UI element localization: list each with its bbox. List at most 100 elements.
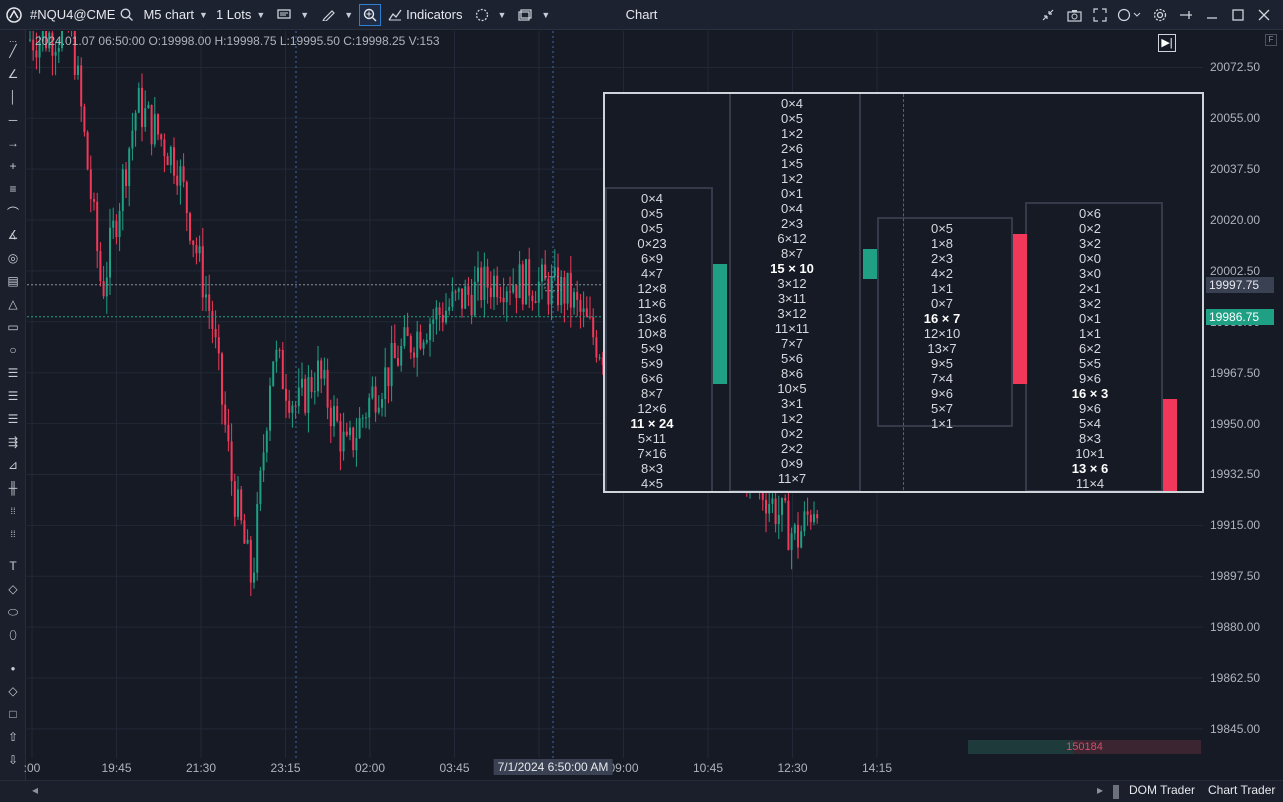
text-tool-icon[interactable]: T xyxy=(3,557,23,575)
candle-body xyxy=(224,404,227,425)
price-tick-label: 19915.00 xyxy=(1210,518,1261,533)
fib-icon[interactable]: ▤ xyxy=(3,272,23,290)
candle-body xyxy=(502,297,505,303)
ray-icon[interactable]: → xyxy=(3,134,23,152)
ellipse-icon[interactable]: ○ xyxy=(3,341,23,359)
footprint-zoom-panel[interactable]: 0×4 0×5 0×5 0×23 6×9 4×7 12×8 11×6 13×6 10×8 5×9 5×… xyxy=(603,92,1204,493)
trend-angle-icon[interactable]: ∡ xyxy=(3,226,23,244)
zoom-icon xyxy=(359,3,382,26)
dot-icon[interactable]: ● xyxy=(3,659,23,677)
pin-icon[interactable] xyxy=(1175,4,1197,26)
square-icon[interactable]: □ xyxy=(3,705,23,723)
triangle-icon[interactable]: △ xyxy=(3,295,23,313)
candle-body xyxy=(201,246,204,298)
candle-body xyxy=(54,51,57,56)
candle-body xyxy=(592,317,595,338)
line-tool-icon[interactable]: ╱ xyxy=(3,42,23,60)
scroll-right-icon[interactable]: ▸ xyxy=(1097,783,1103,797)
candle-body xyxy=(243,520,246,544)
candle-body xyxy=(237,489,239,517)
footprint-cell: 3×1 xyxy=(780,396,804,411)
rectangle-icon[interactable]: ▭ xyxy=(3,318,23,336)
chart-template-dropdown[interactable]: ▼ xyxy=(269,0,313,30)
time-tick-label: 12:30 xyxy=(777,761,808,775)
expand-icon[interactable] xyxy=(1089,4,1111,26)
app-logo[interactable] xyxy=(0,0,26,30)
scroll-to-end-button[interactable]: ▶| xyxy=(1158,34,1176,52)
zoom-tool-icon[interactable]: ◎ xyxy=(3,249,23,267)
timeframe-dropdown[interactable]: M5 chart ▼ xyxy=(139,0,212,30)
crosshair-time-label: 7/1/2024 6:50:00 AM xyxy=(493,759,613,775)
levels3-icon[interactable]: ☰ xyxy=(3,410,23,428)
candle-body xyxy=(269,385,271,431)
candle-body xyxy=(435,307,438,320)
candle-body xyxy=(112,220,115,228)
candle-body xyxy=(93,199,95,202)
footprint-cell: 4×7 xyxy=(640,266,664,281)
footprint-cell: 15 × 10 xyxy=(770,261,814,276)
scroll-left-icon[interactable]: ◂ xyxy=(32,783,38,797)
label-icon[interactable]: ⬭ xyxy=(3,603,23,621)
candle-body xyxy=(89,169,92,200)
bars-tool-icon[interactable]: ╫ xyxy=(3,479,23,497)
footprint-cell: 3×2 xyxy=(1078,236,1102,251)
compress-icon[interactable] xyxy=(1037,4,1059,26)
indicators-button[interactable]: Indicators xyxy=(383,0,466,30)
levels2-icon[interactable]: ☰ xyxy=(3,387,23,405)
crosshair-tool-icon[interactable]: + xyxy=(3,157,23,175)
time-axis[interactable]: 14:1512:3010:4509:0005:3003:4502:0023:15… xyxy=(24,758,1203,780)
candle-body xyxy=(425,340,428,343)
candle-body xyxy=(176,175,179,186)
footprint-cell: 16 × 3 xyxy=(1071,386,1109,401)
arrow-down-icon[interactable]: ⇩ xyxy=(3,751,23,769)
candle-body xyxy=(566,272,569,304)
chevron-down-icon: ▼ xyxy=(541,9,551,20)
candle-body xyxy=(253,572,255,583)
dots-tool-icon[interactable]: ⁞⁞ xyxy=(3,502,23,520)
footprint-cell: 10×1 xyxy=(1075,446,1105,461)
drawing-tool-dropdown[interactable]: ▼ xyxy=(313,0,357,30)
callout-icon[interactable]: ⬯ xyxy=(3,626,23,644)
levels-icon[interactable]: ☰ xyxy=(3,364,23,382)
objects-dropdown[interactable]: ▼ xyxy=(467,0,511,30)
angle-tool-icon[interactable]: ∠ xyxy=(3,65,23,83)
curve-icon[interactable]: ⌒ xyxy=(3,203,23,221)
lots-dropdown[interactable]: 1 Lots ▼ xyxy=(212,0,269,30)
gear-icon[interactable] xyxy=(1149,4,1171,26)
chart-trader-button[interactable]: Chart Trader xyxy=(1208,783,1275,797)
candle-body xyxy=(35,50,38,58)
zoom-button[interactable] xyxy=(357,0,383,30)
candle-body xyxy=(262,452,265,471)
candle-body xyxy=(275,349,278,362)
chart-tool-icon[interactable]: ⊿ xyxy=(3,456,23,474)
price-axis[interactable]: 20072.50 20055.00 20037.50 20020.00 20002.50… xyxy=(1203,31,1283,758)
candle-body xyxy=(358,418,361,438)
chevron-down-icon: ▼ xyxy=(256,9,266,20)
candle-body xyxy=(461,288,463,309)
search-icon[interactable] xyxy=(117,4,135,26)
tag-icon[interactable]: ◇ xyxy=(3,580,23,598)
candle-body xyxy=(195,245,198,254)
symbol-selector[interactable]: #NQU4@CME xyxy=(26,0,139,30)
dom-trader-button[interactable]: DOM Trader xyxy=(1129,783,1195,797)
maximize-icon[interactable] xyxy=(1227,4,1249,26)
arrows-icon[interactable]: ⇶ xyxy=(3,433,23,451)
candle-body xyxy=(313,391,316,393)
footprint-cell: 8×3 xyxy=(1078,431,1102,446)
vertical-line-icon[interactable]: │ xyxy=(3,88,23,106)
windows-dropdown[interactable]: ▼ xyxy=(510,0,554,30)
channel-icon[interactable]: ≡ xyxy=(3,180,23,198)
camera-icon[interactable] xyxy=(1063,4,1085,26)
candle-body xyxy=(563,277,566,304)
horizontal-line-icon[interactable]: ─ xyxy=(3,111,23,129)
candle-body xyxy=(259,470,262,505)
footprint-cell: 9×6 xyxy=(1078,371,1102,386)
close-icon[interactable] xyxy=(1253,4,1275,26)
dots2-tool-icon[interactable]: ⁞⁞ xyxy=(3,525,23,543)
scrollbar-thumb[interactable] xyxy=(1113,785,1119,799)
link-circle-icon[interactable] xyxy=(1115,4,1145,26)
time-tick-label: 19:45 xyxy=(101,761,132,775)
minimize-icon[interactable] xyxy=(1201,4,1223,26)
diamond-icon[interactable]: ◇ xyxy=(3,682,23,700)
arrow-up-icon[interactable]: ⇧ xyxy=(3,728,23,746)
